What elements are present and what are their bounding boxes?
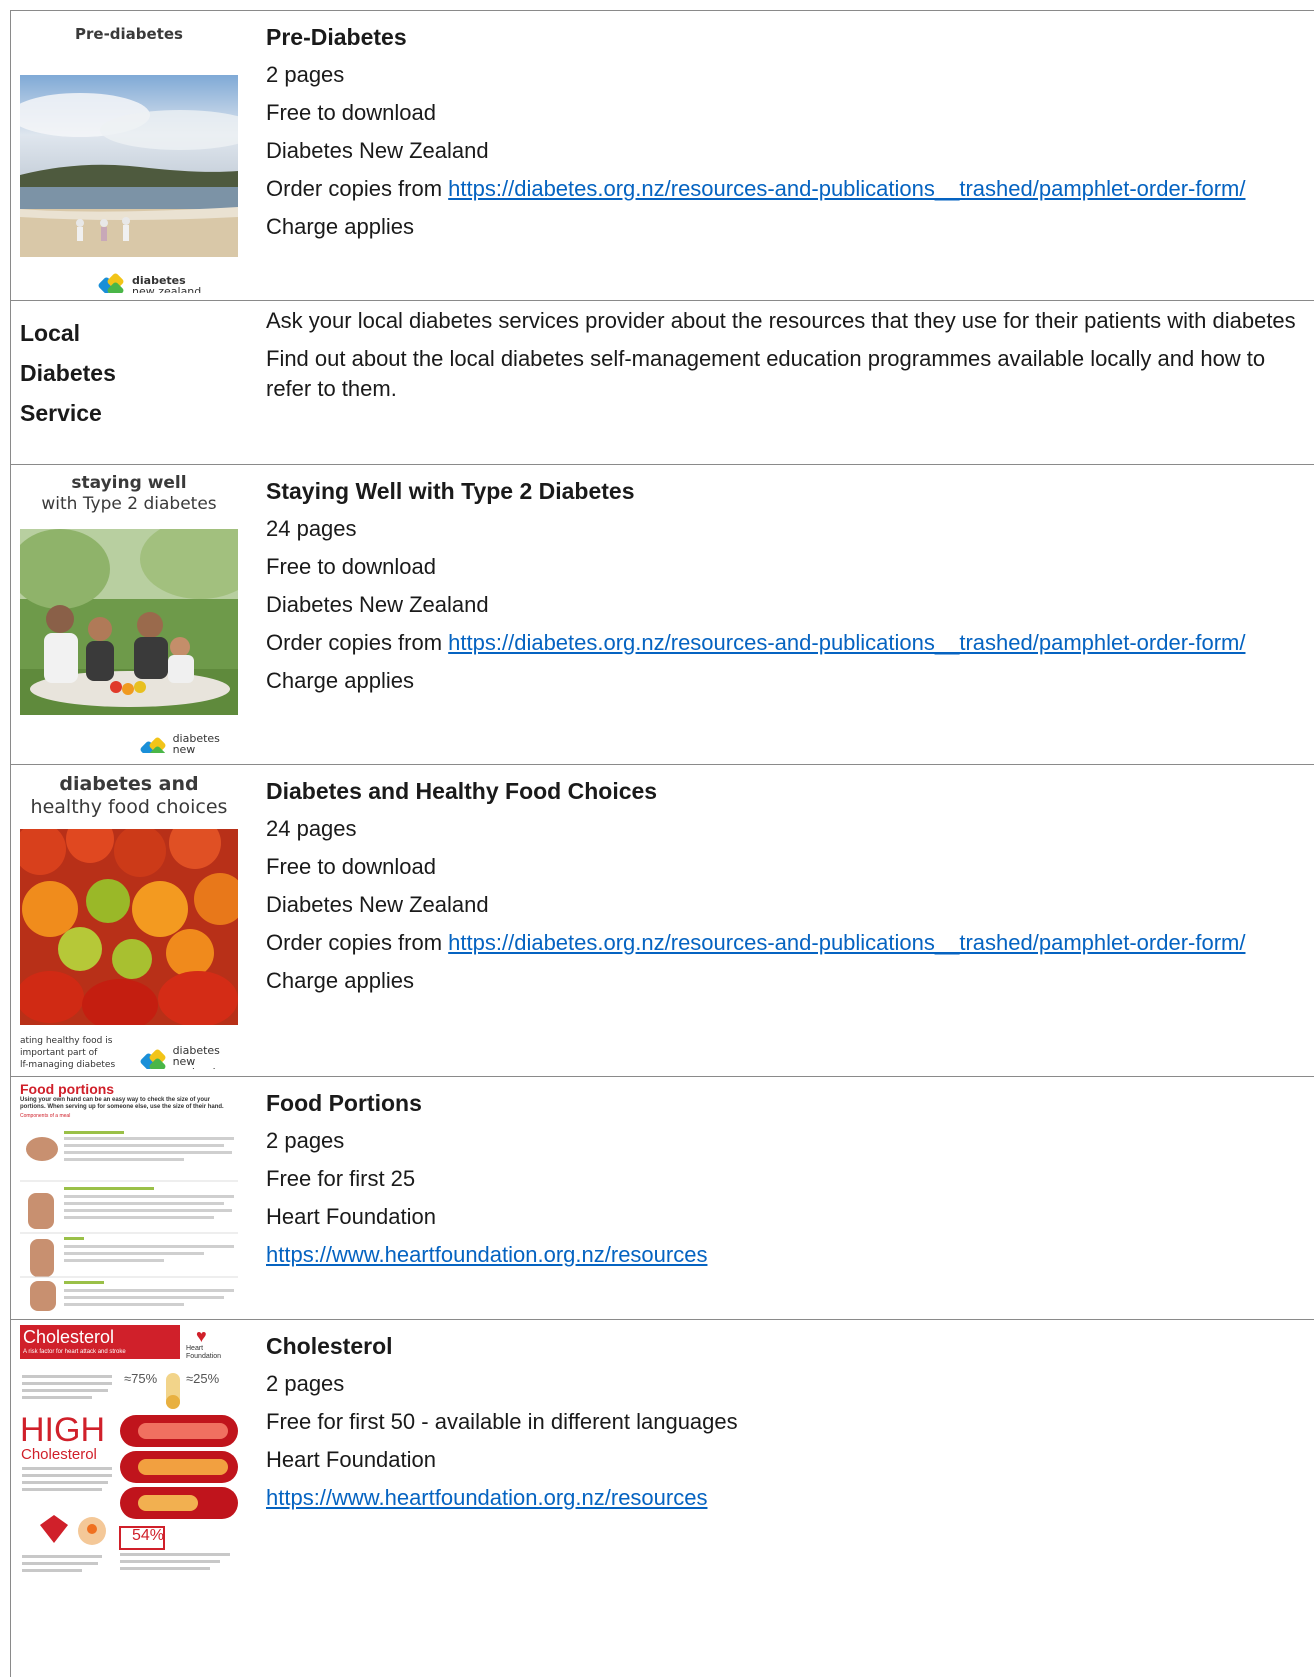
resource-title: Staying Well with Type 2 Diabetes [266,478,635,504]
cover-caption: Food portions [20,1081,115,1097]
charge-info: Charge applies [266,668,414,693]
charge-info: Charge applies [266,968,414,993]
resource-link-wrap: https://www.heartfoundation.org.nz/resou… [266,1240,1306,1270]
order-form-link[interactable]: https://diabetes.org.nz/resources-and-pu… [448,630,1245,655]
cover-section-heading: Components of a meal [20,1113,71,1119]
cost-info: Free for first 25 [266,1166,416,1191]
diabetes-nz-logo: diabetesnew zealand [139,1045,238,1069]
resource-row-local-service: Local Diabetes Service Ask your local di… [10,300,1314,476]
order-info: Order copies from https://diabetes.org.n… [266,930,1246,955]
publisher: Diabetes New Zealand [266,592,489,617]
resource-row-healthy-food: diabetes and healthy food choices ating … [10,764,1314,1078]
page-count: 24 pages [266,816,357,841]
resource-row-cholesterol: Cholesterol A risk factor for heart atta… [10,1319,1314,1677]
local-service-label: Local Diabetes Service [20,320,116,426]
resource-link-wrap: https://www.heartfoundation.org.nz/resou… [266,1483,1306,1513]
order-info: Order copies from https://diabetes.org.n… [266,176,1246,201]
cover-subtitle: Using your own hand can be an easy way t… [20,1097,224,1110]
page-count: 24 pages [266,516,357,541]
cost-info: Free for first 50 - available in differe… [266,1409,738,1434]
order-form-link[interactable]: https://diabetes.org.nz/resources-and-pu… [448,176,1245,201]
healthy-food-cover-image: diabetes and healthy food choices ating … [20,773,238,1069]
staying-well-cover-image: staying well with Type 2 diabetes diabet… [20,473,238,753]
food-portions-cover-image: Food portions Using your own hand can be… [20,1081,238,1315]
order-info: Order copies from https://diabetes.org.n… [266,630,1246,655]
cost-info: Free to download [266,554,436,579]
prediabetes-cover-image: Pre-diabetes diabetes new zealand [20,23,238,293]
cover-caption-line1: diabetes and [59,773,199,795]
resource-title: Pre-Diabetes [266,24,407,50]
page-count: 2 pages [266,1371,345,1396]
publisher: Diabetes New Zealand [266,138,489,163]
resource-title: Food Portions [266,1090,422,1116]
publisher: Heart Foundation [266,1204,436,1229]
order-form-link[interactable]: https://diabetes.org.nz/resources-and-pu… [448,930,1245,955]
local-service-paragraph-1: Ask your local diabetes services provide… [266,308,1296,333]
publisher: Heart Foundation [266,1447,436,1472]
cover-side-note: ating healthy food is important part of … [20,1036,116,1069]
resource-row-prediabetes: Pre-diabetes diabetes new zealand Pre-Di… [10,10,1314,302]
cost-info: Free to download [266,100,436,125]
page-count: 2 pages [266,62,345,87]
cover-caption-line2: with Type 2 diabetes [41,494,217,514]
resource-title: Diabetes and Healthy Food Choices [266,778,658,804]
cover-caption: Pre-diabetes [75,25,183,43]
page-count: 2 pages [266,1128,345,1153]
resource-row-staying-well: staying well with Type 2 diabetes diabet… [10,464,1314,766]
publisher: Diabetes New Zealand [266,892,489,917]
local-service-paragraph-2: Find out about the local diabetes self-m… [266,346,1266,401]
cost-info: Free to download [266,854,436,879]
resource-title: Cholesterol [266,1333,393,1359]
diabetes-nz-logo: diabetesnew zealand [97,272,201,293]
cover-stat-3: 54% [132,1527,165,1544]
charge-info: Charge applies [266,214,414,239]
cover-caption-line2: healthy food choices [30,796,228,818]
cholesterol-cover-image: Cholesterol A risk factor for heart atta… [20,1325,238,1665]
cover-caption-line1: staying well [71,473,187,493]
diabetes-nz-logo: diabetesnew zealand [139,733,238,753]
resource-row-food-portions: Food portions Using your own hand can be… [10,1076,1314,1321]
heart-foundation-link[interactable]: https://www.heartfoundation.org.nz/resou… [266,1485,707,1510]
heart-foundation-link[interactable]: https://www.heartfoundation.org.nz/resou… [266,1242,707,1267]
